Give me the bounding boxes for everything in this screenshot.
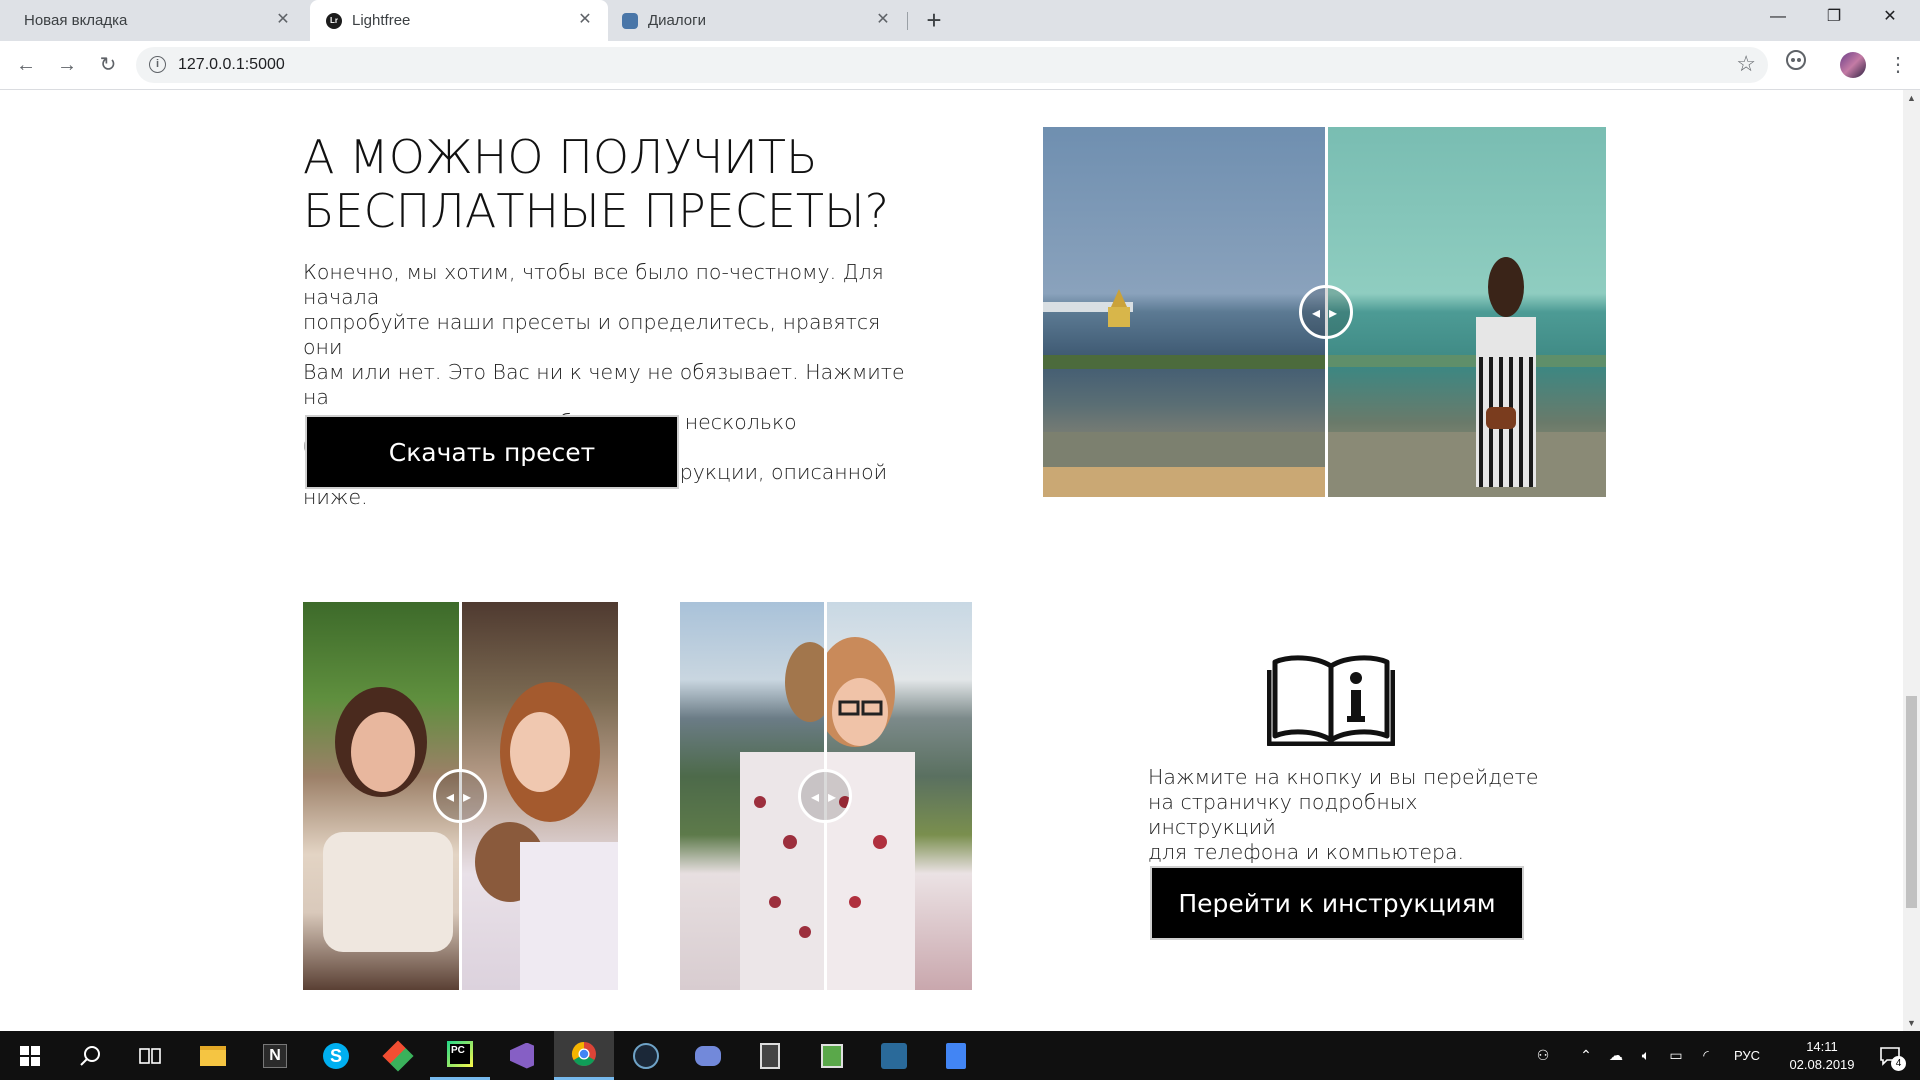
close-icon[interactable]: ✕: [874, 11, 892, 29]
onedrive-error-icon[interactable]: ☁: [1602, 1031, 1630, 1080]
paragraph-line: Вам или нет. Это Вас ни к чему не обязыв…: [303, 360, 905, 409]
page-heading: А МОЖНО ПОЛУЧИТЬ БЕСПЛАТНЫЕ ПРЕСЕТЫ?: [303, 130, 943, 238]
close-icon[interactable]: ✕: [274, 11, 292, 29]
battery-icon[interactable]: ▭: [1662, 1031, 1690, 1080]
tab-label: Новая вкладка: [24, 12, 128, 29]
book-info-icon: [1266, 650, 1396, 747]
before-after-landscape-image[interactable]: ◂ ▸: [1043, 127, 1606, 497]
lightroom-favicon-icon: Lr: [326, 12, 342, 29]
scroll-down-arrow-icon[interactable]: ▼: [1903, 1015, 1920, 1031]
instructions-line: Нажмите на кнопку и вы перейдете: [1148, 765, 1539, 789]
clock-date: 02.08.2019: [1789, 1056, 1855, 1072]
compare-handle-icon[interactable]: ◂ ▸: [1299, 285, 1353, 339]
search-icon[interactable]: [60, 1031, 120, 1080]
restore-icon[interactable]: ❐: [1806, 0, 1862, 36]
calculator-icon[interactable]: [740, 1031, 800, 1080]
scroll-up-arrow-icon[interactable]: ▲: [1903, 90, 1920, 106]
paragraph-line: попробуйте наши пресеты и определитесь, …: [303, 310, 881, 359]
instructions-line: на страничку подробных инструкций: [1148, 790, 1418, 839]
instructions-description: Нажмите на кнопку и вы перейдете на стра…: [1148, 765, 1548, 865]
page-viewport: А МОЖНО ПОЛУЧИТЬ БЕСПЛАТНЫЕ ПРЕСЕТЫ? Кон…: [0, 90, 1903, 1031]
discord-icon[interactable]: [678, 1031, 738, 1080]
tab-dialogs[interactable]: Диалоги ✕: [612, 0, 906, 41]
tab-new-tab[interactable]: Новая вкладка ✕: [12, 0, 306, 41]
window-close-icon[interactable]: ✕: [1862, 0, 1918, 36]
after-image-half: [1326, 127, 1606, 497]
compare-handle-icon[interactable]: ◂ ▸: [798, 769, 852, 823]
chrome-icon[interactable]: [554, 1031, 614, 1080]
wifi-icon[interactable]: ◜: [1692, 1031, 1720, 1080]
tab-label: Диалоги: [648, 12, 706, 29]
menu-kebab-icon[interactable]: ⋮: [1882, 49, 1914, 81]
download-preset-button[interactable]: Скачать пресет: [305, 415, 679, 489]
volume-icon[interactable]: 🔈︎: [1632, 1031, 1660, 1080]
address-bar[interactable]: i 127.0.0.1:5000 ☆: [136, 47, 1768, 83]
image-editor-icon[interactable]: [802, 1031, 862, 1080]
mysql-workbench-icon[interactable]: [864, 1031, 924, 1080]
paragraph-line: Конечно, мы хотим, чтобы все было по-чес…: [303, 260, 884, 309]
git-kraken-icon[interactable]: [368, 1031, 428, 1080]
vk-messages-favicon-icon: [622, 12, 638, 29]
before-image-half: [1043, 127, 1326, 497]
windows-taskbar: N S PC ⚇ ⌃ ☁ 🔈︎ ▭ ◜ РУС 14:11 02.08.2019…: [0, 1031, 1920, 1080]
windows-start-icon[interactable]: [0, 1031, 60, 1080]
people-icon[interactable]: ⚇: [1525, 1031, 1561, 1080]
tab-lightfree[interactable]: Lr Lightfree ✕: [310, 0, 608, 41]
browser-toolbar: ← → ↻ i 127.0.0.1:5000 ☆ ⋮: [0, 41, 1920, 90]
before-after-friends-image[interactable]: ◂ ▸: [303, 602, 618, 990]
profile-avatar[interactable]: [1840, 52, 1866, 78]
go-to-instructions-button[interactable]: Перейти к инструкциям: [1150, 866, 1524, 940]
url-text: 127.0.0.1:5000: [178, 56, 285, 73]
notification-count-badge: 4: [1891, 1056, 1906, 1071]
tab-label: Lightfree: [352, 12, 411, 29]
scrollbar-thumb[interactable]: [1906, 696, 1917, 908]
visual-studio-icon[interactable]: [492, 1031, 552, 1080]
google-docs-icon[interactable]: [926, 1031, 986, 1080]
page-scrollbar[interactable]: ▲ ▼: [1903, 90, 1920, 1031]
reload-icon[interactable]: ↻: [92, 49, 124, 81]
compare-handle-icon[interactable]: ◂ ▸: [433, 769, 487, 823]
before-after-portrait-image[interactable]: ◂ ▸: [680, 602, 972, 990]
task-view-icon[interactable]: [120, 1031, 180, 1080]
new-tab-plus-icon[interactable]: +: [918, 6, 950, 36]
back-arrow-icon[interactable]: ←: [10, 49, 42, 81]
bookmark-star-icon[interactable]: ☆: [1736, 51, 1756, 77]
clock-time: 14:11: [1806, 1038, 1838, 1054]
steam-icon[interactable]: [616, 1031, 676, 1080]
close-icon[interactable]: ✕: [576, 11, 594, 29]
action-center-icon[interactable]: 4: [1868, 1031, 1912, 1080]
input-language[interactable]: РУС: [1724, 1031, 1770, 1080]
forward-arrow-icon[interactable]: →: [51, 49, 83, 81]
heading-line: А МОЖНО ПОЛУЧИТЬ: [303, 130, 818, 184]
instructions-line: для телефона и компьютера.: [1148, 840, 1465, 864]
incognito-extension-icon[interactable]: [1780, 49, 1812, 81]
file-explorer-icon[interactable]: [183, 1031, 243, 1080]
heading-line: БЕСПЛАТНЫЕ ПРЕСЕТЫ?: [303, 184, 890, 238]
minimize-icon[interactable]: —: [1750, 0, 1806, 36]
show-hidden-icons-chevron-icon[interactable]: ⌃: [1572, 1031, 1600, 1080]
clock[interactable]: 14:11 02.08.2019: [1774, 1031, 1870, 1080]
notion-icon[interactable]: N: [245, 1031, 305, 1080]
pycharm-icon[interactable]: PC: [430, 1031, 490, 1080]
site-info-icon[interactable]: i: [149, 56, 166, 73]
tab-separator: [907, 12, 908, 30]
skype-icon[interactable]: S: [306, 1031, 366, 1080]
browser-tab-strip: Новая вкладка ✕ Lr Lightfree ✕ Диалоги ✕…: [0, 0, 1920, 41]
